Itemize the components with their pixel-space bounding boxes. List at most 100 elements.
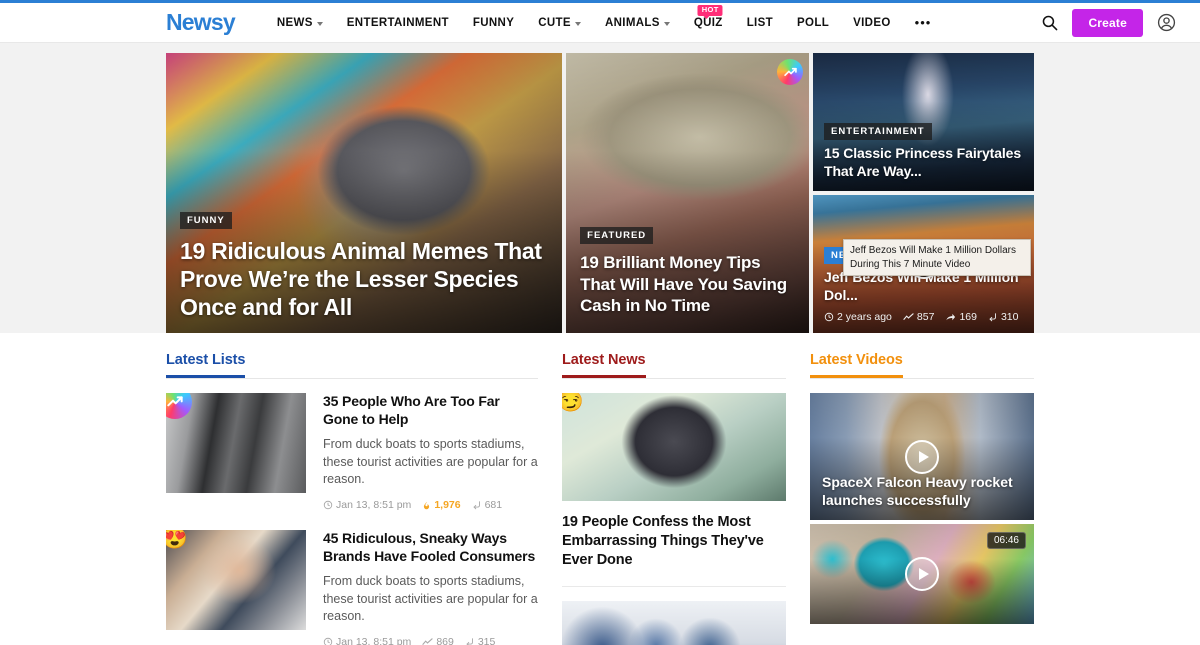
nav-item-poll[interactable]: POLL: [785, 3, 841, 43]
video-duration-badge: 06:46: [986, 532, 1026, 549]
site-header: Newsy NEWS ENTERTAINMENT FUNNY CUTE ANIM…: [0, 3, 1200, 43]
nav-label: ANIMALS: [604, 16, 660, 29]
section-title[interactable]: Latest Lists: [166, 352, 245, 378]
meta-date: Jan 13, 8:51 pm: [323, 636, 411, 645]
play-icon[interactable]: [905, 439, 939, 474]
latest-lists-column: Latest Lists 35 People Who Are Too Far G…: [166, 351, 538, 645]
stat-shares-value: 169: [959, 311, 977, 323]
nav-item-entertainment[interactable]: ENTERTAINMENT: [335, 3, 461, 43]
main-navigation: NEWS ENTERTAINMENT FUNNY CUTE ANIMALS HO…: [265, 3, 1042, 43]
nav-item-funny[interactable]: FUNNY: [461, 3, 526, 43]
hero-main-title: 19 Ridiculous Animal Memes That Prove We…: [180, 237, 542, 320]
nav-item-list[interactable]: LIST: [735, 3, 785, 43]
header-actions: Create: [1041, 8, 1176, 37]
list-item-thumbnail: [166, 393, 306, 493]
play-icon[interactable]: [905, 557, 939, 591]
nav-label: FUNNY: [472, 16, 515, 29]
news-title: 19 People Confess the Most Embarrassing …: [562, 514, 764, 568]
list-item-description: From duck boats to sports stadiums, thes…: [323, 573, 538, 624]
news-card[interactable]: [562, 600, 786, 645]
nav-item-video[interactable]: VIDEO: [841, 3, 903, 43]
nav-item-cute[interactable]: CUTE: [526, 3, 593, 43]
list-item-title: 35 People Who Are Too Far Gone to Help: [323, 393, 500, 427]
nav-item-animals[interactable]: ANIMALS: [593, 3, 682, 43]
stat-views-value: 857: [916, 311, 935, 323]
stat-time: 2 years ago: [824, 311, 892, 323]
create-button[interactable]: Create: [1072, 8, 1143, 37]
video-card[interactable]: 06:46: [810, 524, 1034, 624]
stat-shares: 169: [945, 311, 977, 323]
category-badge[interactable]: FUNNY: [180, 211, 232, 229]
nav-label: NEWS: [276, 16, 313, 29]
share-icon: [946, 313, 956, 320]
hero-card-featured[interactable]: FEATURED 19 Brilliant Money Tips That Wi…: [566, 53, 810, 333]
meta-date-value: Jan 13, 8:51 pm: [336, 636, 412, 645]
latest-videos-header: Latest Videos: [810, 351, 1034, 379]
clock-icon: [323, 500, 333, 510]
news-thumbnail: [562, 600, 786, 645]
content-sections: Latest Lists 35 People Who Are Too Far G…: [0, 333, 1200, 645]
comment-icon: [989, 313, 996, 322]
category-badge[interactable]: FEATURED: [580, 226, 654, 244]
hero-card-news[interactable]: NEWS Jeff Bezos Will Make 1 Million Dol.…: [813, 195, 1034, 333]
news-card[interactable]: 😏 19 People Confess the Most Embarrassin…: [562, 393, 786, 570]
meta-comments-value: 681: [484, 499, 503, 512]
meta-comments: 315: [465, 636, 496, 645]
meta-date: Jan 13, 8:51 pm: [323, 499, 411, 511]
meta-comments: 681: [472, 499, 503, 512]
nav-item-quiz[interactable]: HOT QUIZ: [682, 3, 735, 43]
hero-card-entertainment[interactable]: ENTERTAINMENT 15 Classic Princess Fairyt…: [813, 53, 1034, 191]
video-card[interactable]: SpaceX Falcon Heavy rocket launches succ…: [810, 393, 1034, 520]
heart-eyes-emoji-icon: 😍: [166, 530, 189, 551]
meta-comments-value: 315: [477, 636, 496, 645]
meta-hot-value: 1,976: [434, 499, 461, 512]
fire-icon: [424, 501, 430, 509]
nav-more-button[interactable]: •••: [903, 15, 944, 30]
clock-icon: [323, 637, 333, 645]
meta-views: 869: [422, 636, 454, 645]
stat-comments-value: 310: [1000, 311, 1019, 323]
nav-item-news[interactable]: NEWS: [265, 3, 335, 43]
latest-news-header: Latest News: [562, 351, 786, 379]
list-item-meta: Jan 13, 8:51 pm 1,976 681: [323, 499, 538, 511]
account-circle-icon[interactable]: [1157, 13, 1176, 32]
trending-icon: [166, 393, 192, 419]
video-title: SpaceX Falcon Heavy rocket launches succ…: [822, 474, 1013, 509]
list-item-description: From duck boats to sports stadiums, thes…: [323, 436, 538, 487]
title-tooltip: Jeff Bezos Will Make 1 Million Dollars D…: [843, 239, 1032, 276]
chevron-down-icon: [316, 21, 323, 26]
stat-views: 857: [903, 311, 935, 323]
section-title[interactable]: Latest Videos: [810, 352, 903, 378]
hero-side-column: ENTERTAINMENT 15 Classic Princess Fairyt…: [813, 53, 1034, 333]
nav-label: POLL: [797, 16, 830, 29]
category-badge[interactable]: ENTERTAINMENT: [824, 123, 932, 141]
search-icon[interactable]: [1041, 14, 1058, 31]
list-item[interactable]: 35 People Who Are Too Far Gone to Help F…: [166, 393, 538, 511]
hero-section: FUNNY 19 Ridiculous Animal Memes That Pr…: [0, 43, 1200, 333]
stat-time-value: 2 years ago: [837, 311, 892, 323]
site-logo[interactable]: Newsy: [166, 11, 236, 34]
meta-hot: 1,976: [422, 499, 461, 512]
views-icon: [903, 312, 914, 320]
news-thumbnail: 😏: [562, 393, 786, 501]
list-item[interactable]: 😍 45 Ridiculous, Sneaky Ways Brands Have…: [166, 530, 538, 645]
hero-news-stats: 2 years ago 857 169 310: [824, 311, 1023, 323]
chevron-down-icon: [663, 21, 670, 26]
meta-views-value: 869: [436, 636, 454, 645]
hero-card-main[interactable]: FUNNY 19 Ridiculous Animal Memes That Pr…: [166, 53, 563, 333]
hot-badge: HOT: [697, 4, 723, 20]
views-icon: [422, 637, 433, 645]
comment-icon: [473, 501, 480, 510]
latest-lists-header: Latest Lists: [166, 351, 538, 379]
hero-featured-title: 19 Brilliant Money Tips That Will Have Y…: [580, 252, 787, 316]
clock-icon: [824, 312, 834, 322]
list-item-thumbnail: 😍: [166, 530, 306, 631]
divider: [562, 585, 786, 587]
trending-icon: [777, 59, 804, 85]
chevron-down-icon: [574, 21, 581, 26]
smirk-emoji-icon: 😏: [562, 393, 585, 413]
nav-label: ENTERTAINMENT: [346, 16, 449, 29]
hero-entertainment-title: 15 Classic Princess Fairytales That Are …: [824, 145, 1022, 180]
section-title[interactable]: Latest News: [562, 352, 646, 378]
comment-icon: [466, 638, 473, 645]
